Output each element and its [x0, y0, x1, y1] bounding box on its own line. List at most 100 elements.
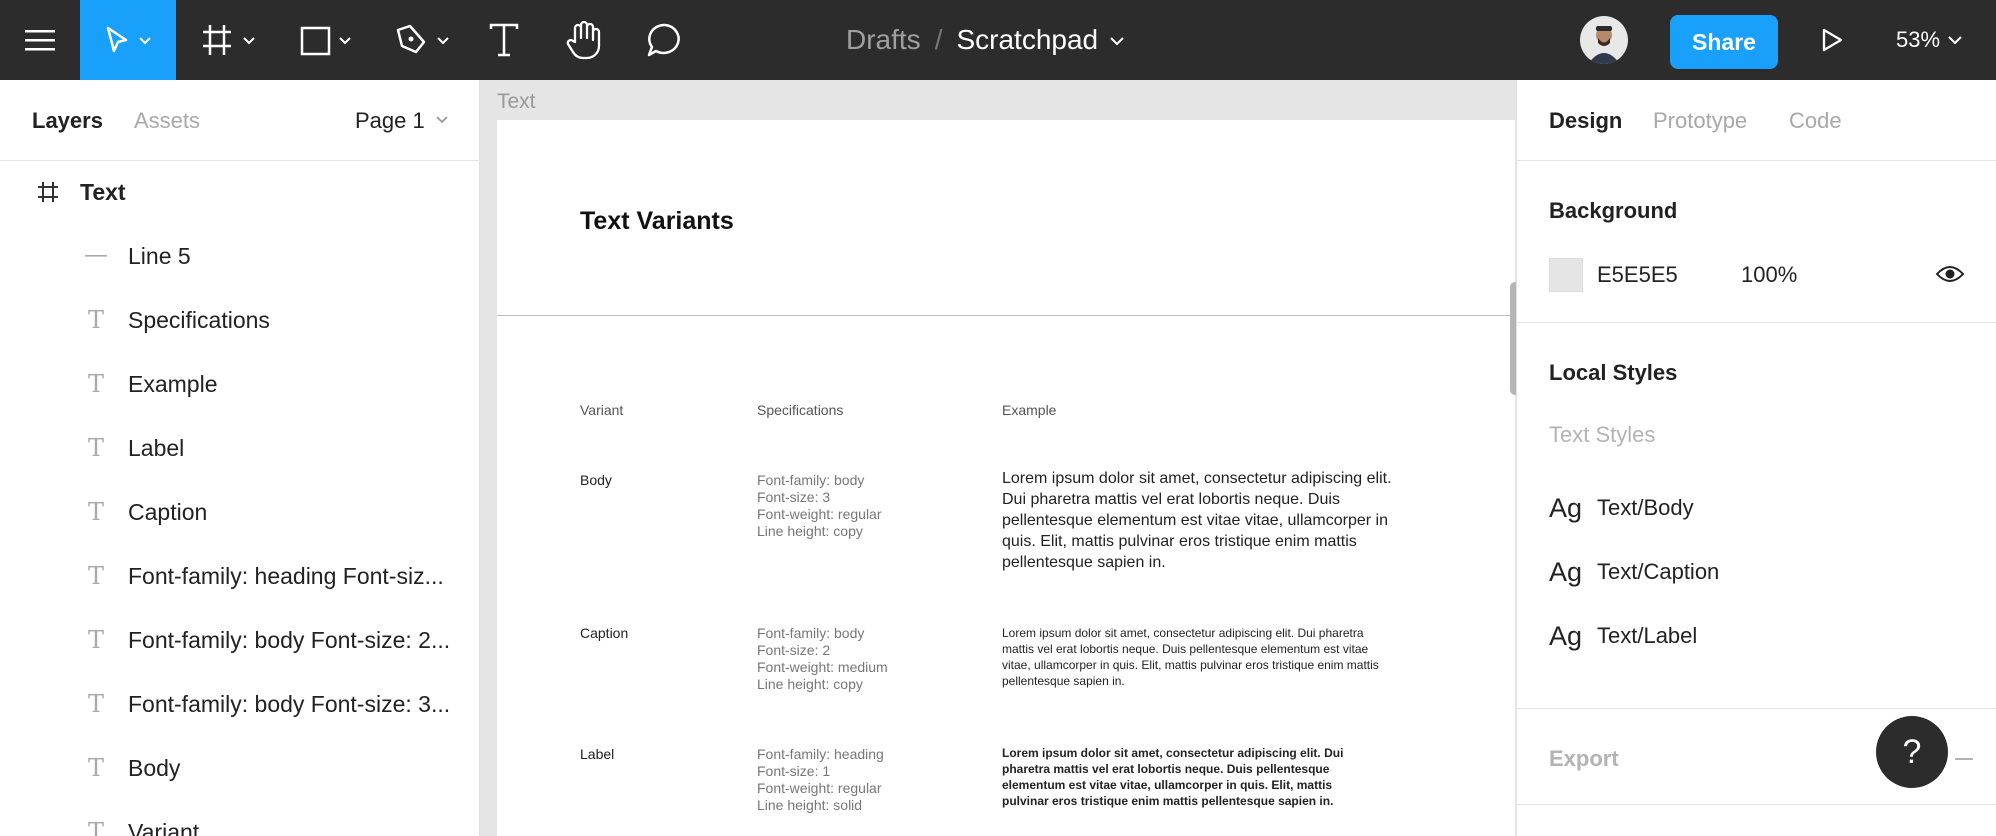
zoom-dropdown[interactable]: 53%	[1896, 0, 1968, 80]
background-hex-input[interactable]: E5E5E5	[1597, 262, 1678, 288]
layer-text[interactable]: T Font-family: heading Font-siz...	[0, 544, 479, 608]
spec-block: Font-family: body Font-size: 3 Font-weig…	[757, 472, 957, 540]
layer-frame-text[interactable]: Text	[0, 160, 479, 224]
style-preview-icon: Ag	[1549, 492, 1583, 523]
frame-title: Text Variants	[580, 207, 734, 235]
page-selector[interactable]: Page 1	[355, 108, 453, 134]
layer-name: Font-family: body Font-size: 3...	[128, 690, 451, 717]
page-name: Page 1	[355, 108, 425, 133]
background-swatch[interactable]	[1549, 258, 1583, 292]
style-name: Text/Label	[1597, 623, 1698, 648]
layer-name: Label	[128, 434, 185, 461]
menu-icon[interactable]	[0, 0, 80, 80]
tab-assets[interactable]: Assets	[134, 108, 200, 134]
divider	[1517, 160, 1996, 161]
breadcrumb-separator: /	[934, 24, 943, 55]
spec-line: Line height: copy	[757, 523, 863, 539]
layer-line[interactable]: Line 5	[0, 224, 479, 288]
spec-line: Font-family: body	[757, 472, 865, 488]
avatar[interactable]	[1580, 16, 1628, 64]
style-item-text-label[interactable]: Ag Text/Label	[1549, 616, 1697, 656]
breadcrumb-drafts[interactable]: Drafts	[846, 24, 921, 56]
text-icon: T	[87, 754, 104, 782]
frame-tool-icon	[203, 25, 255, 55]
comment-tool-icon	[647, 23, 680, 57]
spec-line: Font-family: heading	[757, 746, 884, 762]
example-label: Lorem ipsum dolor sit amet, consectetur …	[1002, 746, 1344, 808]
local-styles-title: Local Styles	[1549, 360, 1678, 385]
layers-panel: Layers Assets Page 1 Text Line 5 T Speci…	[0, 80, 480, 836]
layer-text[interactable]: T Label	[0, 416, 479, 480]
layer-text[interactable]: T Font-family: body Font-size: 3...	[0, 672, 479, 736]
frame-tool-button[interactable]	[196, 0, 266, 80]
hand-tool-button[interactable]	[560, 0, 608, 80]
spec-line: Font-size: 2	[757, 642, 831, 658]
share-button[interactable]: Share	[1670, 15, 1778, 69]
pen-tool-button[interactable]	[390, 0, 460, 80]
rectangle-tool-button[interactable]	[292, 0, 362, 80]
divider	[1517, 322, 1996, 323]
text-icon: T	[87, 818, 104, 836]
layer-text[interactable]: T Variant	[0, 800, 479, 836]
help-button[interactable]: ?	[1876, 716, 1948, 788]
header-example: Example	[1002, 402, 1057, 418]
rectangle-tool-icon	[300, 26, 351, 56]
move-tool-button[interactable]	[80, 0, 176, 80]
text-icon: T	[87, 690, 104, 718]
chevron-down-icon	[1948, 36, 1962, 45]
spec-line: Font-weight: medium	[757, 659, 888, 675]
spec-line: Font-weight: regular	[757, 780, 882, 796]
layer-name: Font-family: body Font-size: 2...	[128, 626, 451, 653]
export-title[interactable]: Export	[1549, 746, 1619, 772]
comment-tool-button[interactable]	[640, 0, 690, 80]
divider-line	[497, 315, 1515, 316]
layer-text[interactable]: T Body	[0, 736, 479, 800]
style-preview-icon: Ag	[1549, 620, 1583, 651]
pen-tool-icon	[396, 24, 449, 54]
text-icon: T	[87, 306, 104, 334]
breadcrumb: Drafts / Scratchpad	[846, 0, 1130, 80]
tab-code[interactable]: Code	[1789, 108, 1842, 134]
hand-tool-icon	[566, 20, 601, 60]
layer-text[interactable]: T Caption	[0, 480, 479, 544]
tab-layers[interactable]: Layers	[32, 108, 103, 134]
spec-line: Line height: copy	[757, 676, 863, 692]
style-name: Text/Caption	[1597, 559, 1720, 584]
zoom-value: 53%	[1896, 27, 1941, 52]
eye-icon[interactable]	[1935, 262, 1965, 291]
variant-label: Label	[580, 746, 615, 762]
background-opacity-input[interactable]: 100%	[1741, 262, 1797, 288]
spec-block: Font-family: heading Font-size: 1 Font-w…	[757, 746, 957, 814]
canvas[interactable]: Text Text Variants Variant Specification…	[480, 80, 1516, 836]
spec-line: Font-size: 3	[757, 489, 831, 505]
frame-icon	[34, 178, 62, 206]
frame-text[interactable]: Text Variants Variant Specifications Exa…	[497, 120, 1516, 836]
toolbar: Drafts / Scratchpad Share 53%	[0, 0, 1996, 80]
spec-line: Font-weight: regular	[757, 506, 882, 522]
chevron-down-icon[interactable]	[1104, 30, 1130, 50]
layer-text[interactable]: T Specifications	[0, 288, 479, 352]
play-button[interactable]	[1812, 0, 1852, 80]
tab-prototype[interactable]: Prototype	[1653, 108, 1747, 134]
style-item-text-caption[interactable]: Ag Text/Caption	[1549, 552, 1719, 592]
spec-block: Font-family: body Font-size: 2 Font-weig…	[757, 625, 957, 693]
style-item-text-body[interactable]: Ag Text/Body	[1549, 488, 1694, 528]
frame-label[interactable]: Text	[497, 90, 536, 114]
layer-name: Variant	[128, 818, 200, 836]
layer-text[interactable]: T Example	[0, 352, 479, 416]
text-icon: T	[87, 434, 104, 462]
variant-label: Caption	[580, 625, 629, 641]
add-export-icon[interactable]	[1955, 758, 1973, 760]
text-icon: T	[87, 370, 104, 398]
example-caption: Lorem ipsum dolor sit amet, consectetur …	[1002, 626, 1379, 688]
move-tool-icon	[106, 26, 151, 53]
tab-design[interactable]: Design	[1549, 108, 1622, 134]
layer-text[interactable]: T Font-family: body Font-size: 2...	[0, 608, 479, 672]
spec-line: Font-size: 1	[757, 763, 831, 779]
style-preview-icon: Ag	[1549, 556, 1583, 587]
text-tool-button[interactable]	[480, 0, 528, 80]
file-name[interactable]: Scratchpad	[956, 24, 1098, 56]
variant-label: Body	[580, 472, 612, 488]
text-styles-subtitle: Text Styles	[1549, 422, 1656, 447]
layer-name: Body	[128, 754, 181, 781]
